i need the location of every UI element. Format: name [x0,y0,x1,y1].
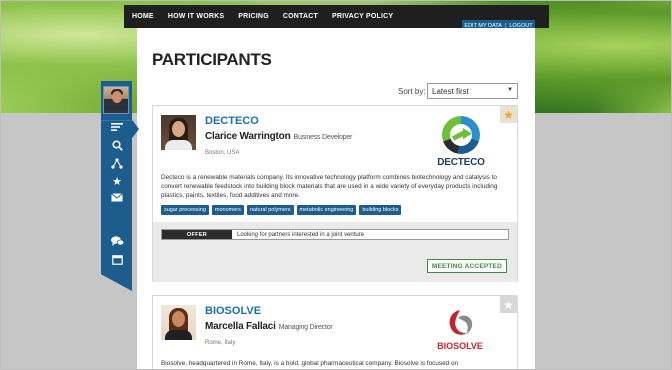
network-icon[interactable] [109,158,125,172]
logo-text: BIOSOLVE [437,341,483,351]
company-description: Decteco is a renewable materials company… [161,174,498,199]
list-icon[interactable] [109,122,125,136]
tag[interactable]: building blocks [359,205,402,215]
nav-home[interactable]: HOME [132,13,154,20]
participant-name: Marcella Fallaci [205,321,276,332]
company-logo: DECTECO [434,116,488,174]
tag[interactable]: metabolic engineering [296,205,357,215]
avatar[interactable] [103,86,129,114]
nav-how-it-works[interactable]: HOW IT WORKS [168,13,224,20]
calendar-icon[interactable] [109,254,125,268]
nav-privacy-policy[interactable]: PRIVACY POLICY [332,13,393,20]
app-frame: HOME HOW IT WORKS PRICING CONTACT PRIVAC… [0,0,672,370]
offer-text: Looking for partners interested in a joi… [237,231,365,238]
sort-label: Sort by: [398,87,426,96]
biosolve-mark-icon [449,310,473,335]
chevron-down-icon: ▼ [507,87,513,93]
meeting-accepted-button[interactable]: MEETING ACCEPTED [426,259,507,273]
participant-role: Managing Director [278,324,333,331]
search-icon[interactable] [109,140,125,154]
participant-card[interactable]: ★ DECTECO Clarice Warrington Business Dev… [152,105,518,282]
company-name[interactable]: BIOSOLVE [205,305,261,317]
nav-pricing[interactable]: PRICING [238,13,269,20]
star-icon[interactable]: ★ [109,175,125,189]
participant-location: Boston, USA [205,150,240,156]
nav-contact[interactable]: CONTACT [283,13,318,20]
tag[interactable]: sugar processing [161,205,209,215]
page-title: PARTICIPANTS [152,50,272,69]
participant-card[interactable]: ★ BIOSOLVE Marcella Fallaci Managing Dire… [152,295,518,369]
tag-list: sugar processing monomers natural polyme… [161,205,402,215]
logo-text: DECTECO [437,157,485,168]
participant-role: Business Developer [293,134,353,141]
company-name[interactable]: DECTECO [205,115,259,127]
participant-name-line: Marcella Fallaci Managing Director [205,321,333,332]
chat-icon[interactable] [109,236,125,250]
participant-photo [161,305,196,340]
favorite-star-icon[interactable]: ★ [500,296,517,313]
participant-location: Rome, Italy [205,340,236,346]
company-logo: BIOSOLVE [434,306,486,366]
sort-select[interactable]: Latest first ▼ [427,83,518,99]
participant-name: Clarice Warrington [205,131,291,142]
tag[interactable]: monomers [211,205,244,215]
favorite-star-icon[interactable]: ★ [500,106,517,123]
mail-icon[interactable] [109,193,125,207]
company-description: Biosolve, headquartered in Rome, Italy, … [161,360,459,367]
participant-photo [161,115,196,150]
offer-label: OFFER [162,230,232,239]
sort-selected-value: Latest first [432,87,469,96]
offer-row: OFFER Looking for partners interested in… [161,229,509,240]
tag[interactable]: natural polymers [246,205,294,215]
participant-name-line: Clarice Warrington Business Developer [205,131,352,142]
